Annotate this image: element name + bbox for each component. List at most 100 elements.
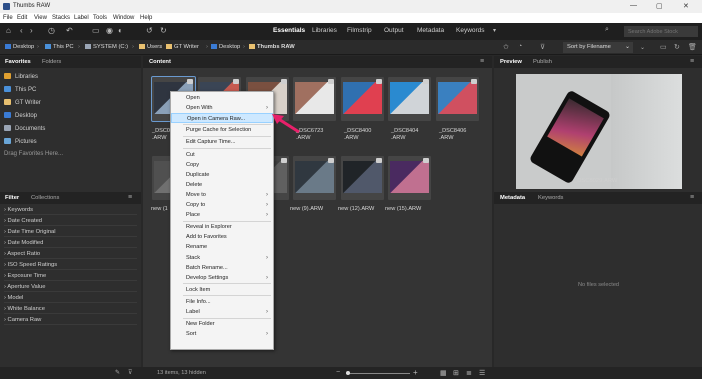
panel-menu-icon[interactable]: ≡ [480, 58, 484, 65]
menu-item-label[interactable]: Label › [171, 307, 273, 317]
filter-date-created[interactable]: › Date Created [4, 216, 137, 227]
workspace-filmstrip[interactable]: Filmstrip [347, 27, 372, 34]
filter-aperture[interactable]: › Aperture Value [4, 282, 137, 293]
menu-item-develop-settings[interactable]: Develop Settings › [171, 273, 273, 283]
menu-item-file-info[interactable]: File Info... [171, 297, 273, 307]
back-icon[interactable]: ‹ [20, 26, 23, 35]
filter-toggle-icon[interactable]: ⊽ [128, 369, 132, 376]
menu-item-add-to-favorites[interactable]: Add to Favorites [171, 232, 273, 242]
filter-model[interactable]: › Model [4, 293, 137, 304]
tab-folders[interactable]: Folders [42, 59, 61, 65]
rotate-right-icon[interactable]: ↻ [160, 26, 167, 35]
filter-date-time-original[interactable]: › Date Time Original [4, 227, 137, 238]
filter-exposure-time[interactable]: › Exposure Time [4, 271, 137, 282]
home-icon[interactable]: ⌂ [6, 26, 11, 35]
menu-item-open-with[interactable]: Open With › [171, 103, 273, 113]
favorite-item-desktop[interactable]: Desktop [4, 112, 37, 119]
maximize-button[interactable]: ▢ [656, 2, 663, 10]
tab-favorites[interactable]: Favorites [5, 59, 31, 65]
breadcrumb-item[interactable]: Thumbs RAW [249, 44, 295, 50]
thumbnail[interactable] [293, 156, 336, 200]
menu-item-new-folder[interactable]: New Folder [171, 319, 273, 329]
minimize-button[interactable]: — [630, 2, 637, 9]
zoom-in-icon[interactable]: + [413, 368, 418, 377]
menu-item-purge-cache-for-selection[interactable]: Purge Cache for Selection [171, 125, 273, 135]
list-view-icon[interactable]: ☰ [479, 369, 485, 377]
menu-item-sort[interactable]: Sort › [171, 329, 273, 339]
tab-keywords[interactable]: Keywords [538, 195, 563, 201]
menu-item-open[interactable]: Open [171, 93, 273, 103]
tab-collections[interactable]: Collections [31, 195, 59, 201]
filter-icon[interactable]: ⊽ [540, 43, 545, 51]
thumbnail[interactable] [388, 77, 431, 121]
thumbnail[interactable] [341, 77, 384, 121]
panel-menu-icon[interactable]: ≡ [128, 194, 132, 201]
details-view-icon[interactable]: ≣ [466, 369, 472, 377]
menu-item-reveal-in-explorer[interactable]: Reveal in Explorer [171, 222, 273, 232]
rotate-left-icon[interactable]: ↺ [146, 26, 153, 35]
sort-order-icon[interactable]: ⌄ [640, 44, 645, 51]
panel-menu-icon[interactable]: ≡ [690, 194, 694, 201]
tab-filter[interactable]: Filter [5, 195, 19, 201]
menu-item-duplicate[interactable]: Duplicate [171, 170, 273, 180]
grid-lock-icon[interactable]: ▦ [440, 369, 447, 377]
close-button[interactable]: ✕ [683, 2, 689, 10]
recent-icon[interactable]: ◷ [48, 26, 55, 35]
workspace-essentials[interactable]: Essentials [273, 27, 305, 34]
favorite-item-documents[interactable]: Documents [4, 125, 45, 132]
menu-item-open-in-camera-raw[interactable]: Open in Camera Raw... [171, 113, 273, 124]
breadcrumb-item[interactable]: Desktop [211, 44, 240, 50]
menu-help[interactable]: Help [140, 15, 152, 21]
menu-item-copy[interactable]: Copy [171, 160, 273, 170]
filter-aspect-ratio[interactable]: › Aspect Ratio [4, 249, 137, 260]
workspace-menu-icon[interactable]: ▾ [493, 27, 496, 34]
sort-dropdown[interactable]: Sort by Filename ⌄ [563, 42, 633, 53]
filter-keywords[interactable]: › Keywords [4, 205, 137, 216]
pin-icon[interactable]: ✎ [115, 369, 120, 376]
recent-files-icon[interactable]: ◔ [518, 43, 522, 50]
panel-menu-icon[interactable]: ≡ [690, 58, 694, 65]
preview-image[interactable] [516, 74, 682, 189]
slider-handle[interactable] [346, 371, 350, 375]
workspace-libraries[interactable]: Libraries [312, 27, 337, 34]
get-photos-icon[interactable]: ▭ [92, 26, 100, 35]
new-folder-icon[interactable]: ▭ [660, 43, 667, 51]
tab-metadata[interactable]: Metadata [500, 195, 525, 201]
menu-stacks[interactable]: Stacks [52, 15, 70, 21]
filter-iso[interactable]: › ISO Speed Ratings [4, 260, 137, 271]
open-camera-raw-icon[interactable]: ◐ [118, 26, 123, 35]
tab-content[interactable]: Content [149, 59, 171, 65]
menu-item-place[interactable]: Place › [171, 210, 273, 220]
menu-tools[interactable]: Tools [93, 15, 107, 21]
menu-view[interactable]: View [34, 15, 47, 21]
breadcrumb-item[interactable]: GT Writer [166, 44, 199, 50]
search-icon[interactable]: ⌕ [605, 26, 609, 34]
boomerang-icon[interactable]: ↶ [66, 26, 73, 35]
rotate-icon[interactable]: ↻ [674, 43, 680, 51]
thumbnail[interactable] [341, 156, 384, 200]
menu-item-move-to[interactable]: Move to › [171, 190, 273, 200]
refine-icon[interactable]: ◉ [106, 26, 113, 35]
breadcrumb-item[interactable]: This PC [45, 44, 74, 50]
menu-window[interactable]: Window [113, 15, 134, 21]
breadcrumb-item[interactable]: Desktop [5, 44, 34, 50]
menu-item-copy-to[interactable]: Copy to › [171, 200, 273, 210]
breadcrumb-item[interactable]: SYSTEM (C:) [85, 44, 128, 50]
thumbnail-size-slider[interactable] [346, 371, 410, 375]
search-input[interactable] [624, 26, 698, 37]
trash-icon[interactable]: 🗑 [688, 43, 697, 51]
workspace-output[interactable]: Output [384, 27, 404, 34]
tab-publish[interactable]: Publish [533, 59, 552, 65]
star-filter-icon[interactable]: ✩ [503, 43, 509, 51]
menu-item-stack[interactable]: Stack › [171, 253, 273, 263]
menu-item-batch-rename[interactable]: Batch Rename... [171, 263, 273, 273]
filter-date-modified[interactable]: › Date Modified [4, 238, 137, 249]
favorite-item-pictures[interactable]: Pictures [4, 138, 37, 145]
favorite-item-libraries[interactable]: Libraries [4, 73, 38, 80]
menu-item-edit-capture-time[interactable]: Edit Capture Time... [171, 137, 273, 147]
menu-item-delete[interactable]: Delete [171, 180, 273, 190]
menu-edit[interactable]: Edit [17, 15, 27, 21]
menu-item-rename[interactable]: Rename [171, 242, 273, 252]
filter-white-balance[interactable]: › White Balance [4, 304, 137, 315]
favorite-item-this-pc[interactable]: This PC [4, 86, 36, 93]
